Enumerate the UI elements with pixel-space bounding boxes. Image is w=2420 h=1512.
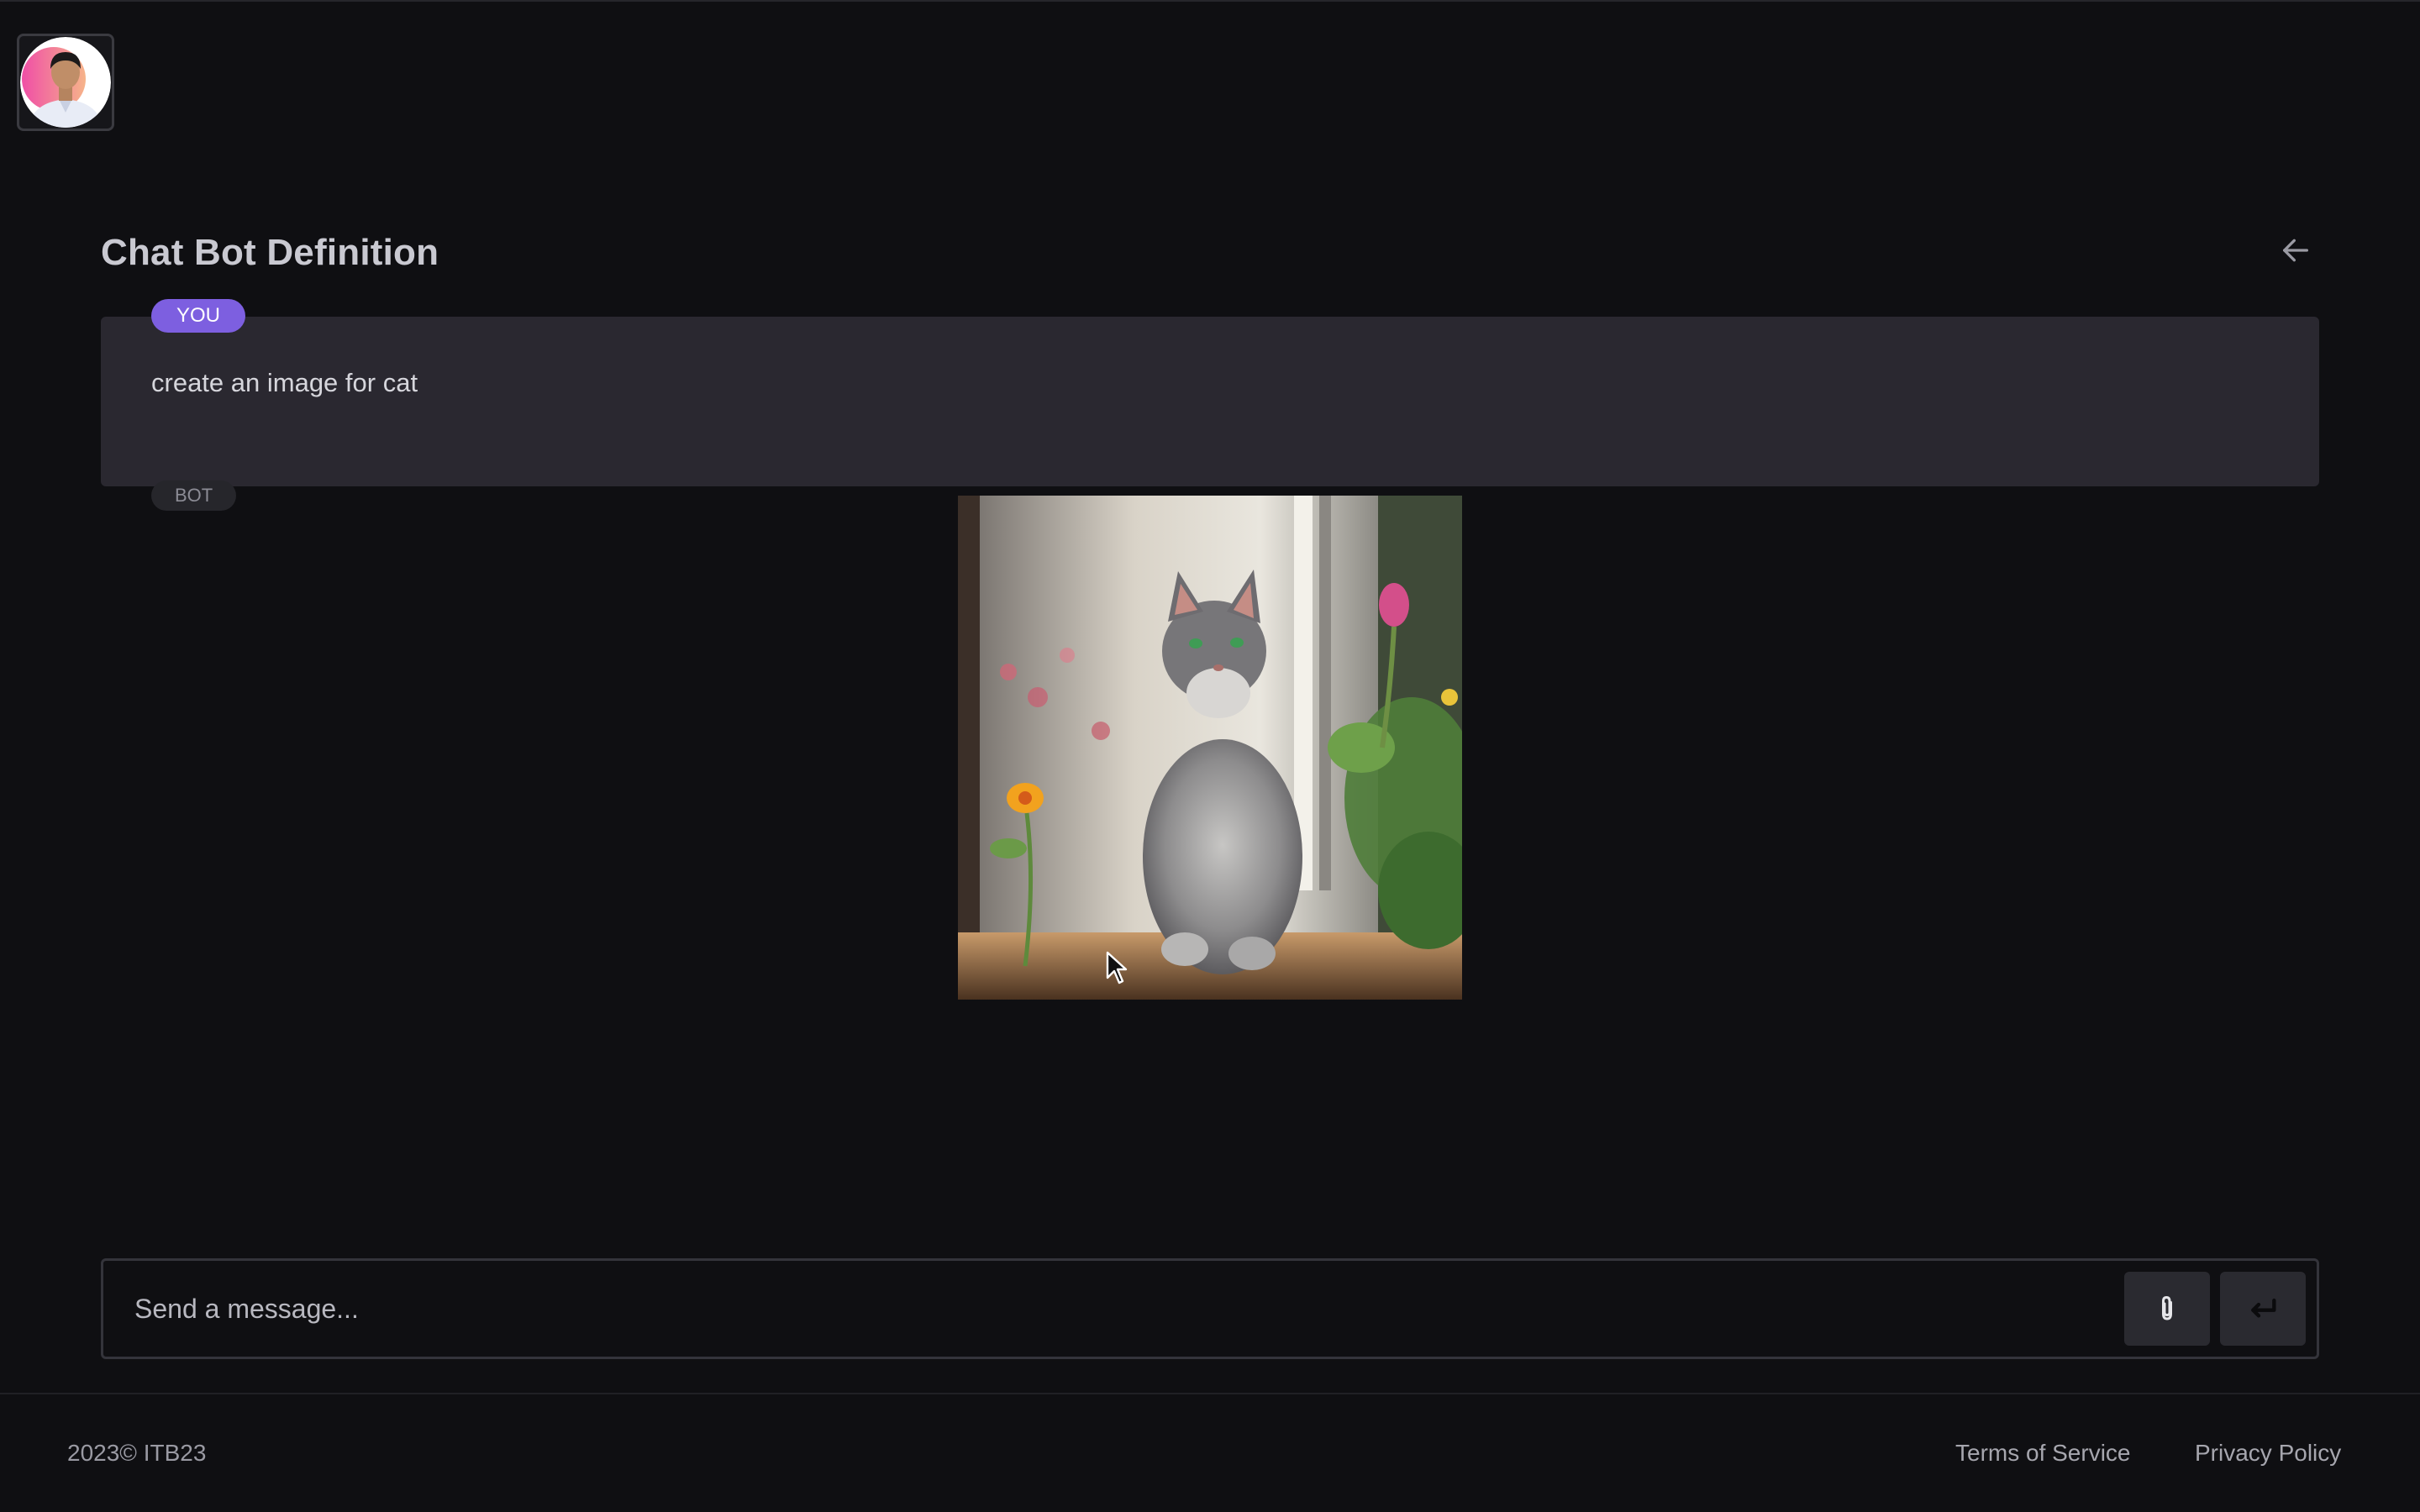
profile-button[interactable]	[17, 34, 114, 131]
generated-cat-image[interactable]	[958, 496, 1462, 1000]
page-title: Chat Bot Definition	[101, 232, 439, 273]
user-avatar	[20, 37, 111, 128]
send-button[interactable]	[2220, 1272, 2306, 1346]
user-role-badge: YOU	[151, 299, 246, 333]
footer-divider	[0, 1393, 2420, 1394]
paperclip-icon	[2162, 1296, 2172, 1320]
mouse-cursor-icon	[1106, 951, 1128, 984]
user-message	[101, 317, 2319, 486]
terms-of-service-link[interactable]: Terms of Service	[1955, 1440, 2131, 1467]
user-message-text: create an image for cat	[151, 368, 418, 397]
arrow-left-icon	[2283, 239, 2308, 262]
privacy-policy-link[interactable]: Privacy Policy	[2195, 1440, 2341, 1467]
footer-copyright: 2023© ITB23	[67, 1440, 207, 1466]
attach-button[interactable]	[2124, 1272, 2210, 1346]
top-divider	[0, 0, 2420, 2]
chat-page: Chat Bot Definition YOU create an image …	[0, 0, 2420, 1512]
back-button[interactable]	[2275, 230, 2316, 270]
bot-role-badge: BOT	[151, 480, 237, 511]
enter-return-icon	[2251, 1298, 2276, 1318]
message-input[interactable]	[134, 1285, 2118, 1332]
